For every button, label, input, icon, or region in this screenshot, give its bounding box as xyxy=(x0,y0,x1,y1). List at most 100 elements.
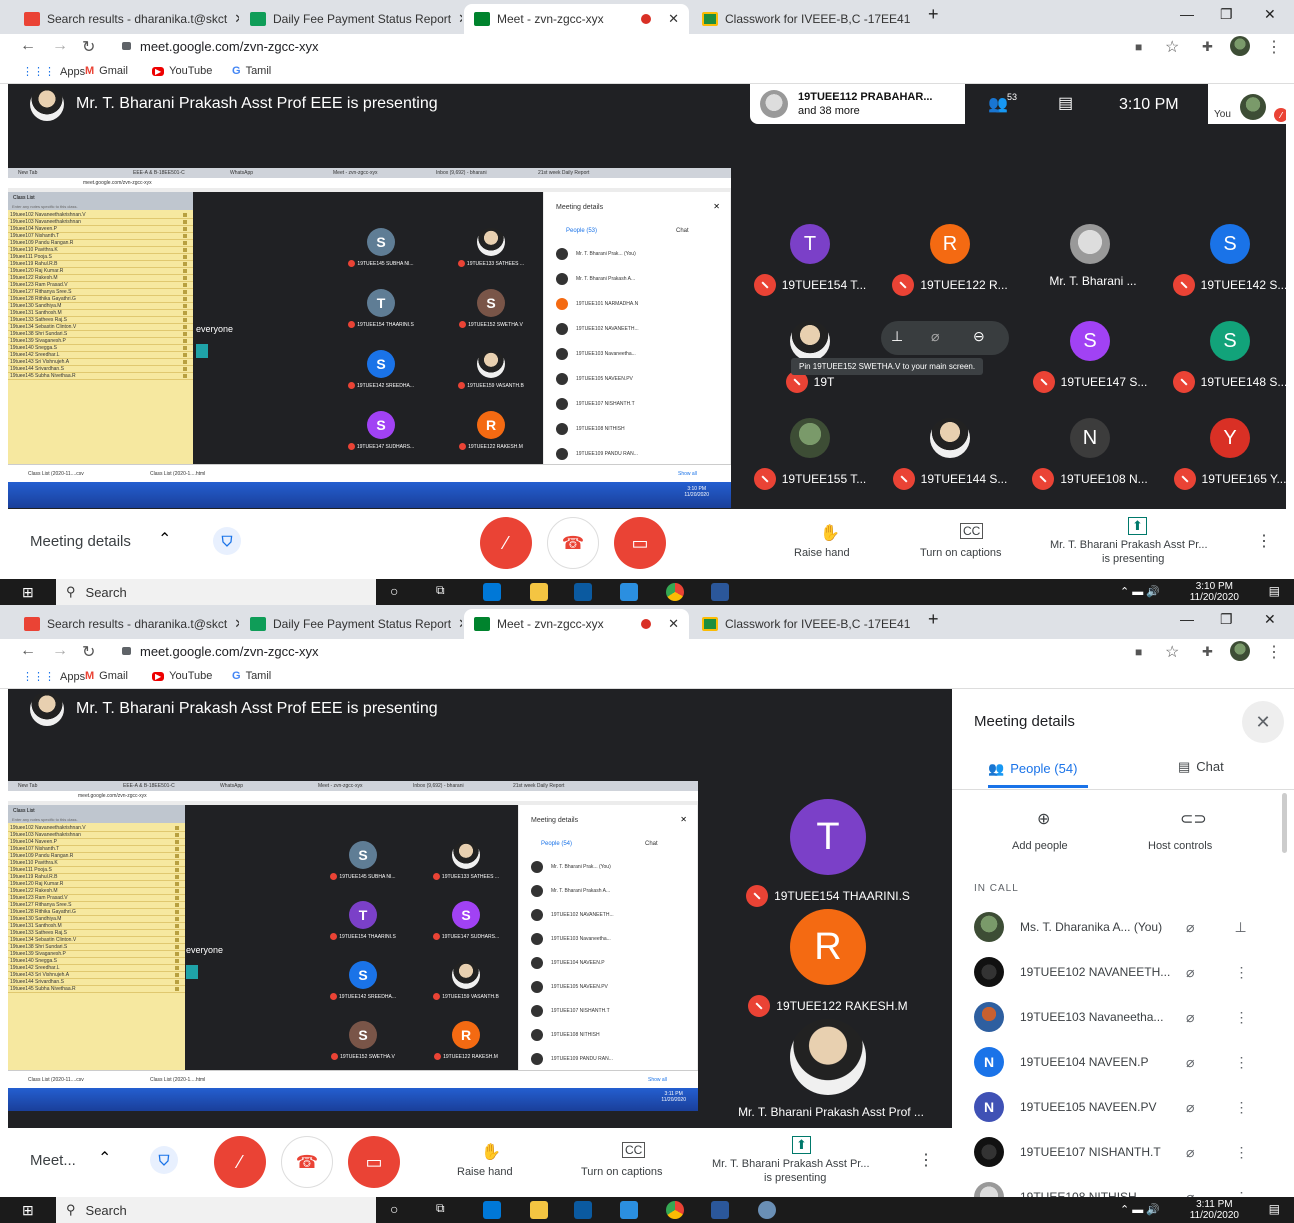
close-window-icon[interactable]: ✕ xyxy=(1264,611,1276,628)
host-controls-icon[interactable]: ⊂⊃ xyxy=(1180,809,1207,829)
tab-gmail[interactable]: Search results - dharanika.t@skct ✕ xyxy=(14,609,239,639)
hang-up-button[interactable]: ☎ xyxy=(281,1136,333,1188)
forward-icon[interactable]: → xyxy=(52,37,68,55)
new-tab-icon[interactable]: + xyxy=(928,4,939,25)
participant-row[interactable]: 19TUEE107 NISHANTH.T ⌀ ⋮ xyxy=(974,1132,1274,1172)
bookmark-youtube[interactable]: ▶ YouTube xyxy=(152,670,212,682)
panel-scrollbar[interactable] xyxy=(1282,793,1287,853)
bookmark-apps[interactable]: ⋮⋮⋮ Apps xyxy=(22,65,85,79)
mic-off-icon[interactable]: ⌀ xyxy=(1186,1054,1194,1071)
present-icon[interactable]: ⬆ xyxy=(1128,517,1147,535)
extensions-icon[interactable]: ✚ xyxy=(1202,39,1213,55)
more-options-icon[interactable]: ⋮ xyxy=(1234,1099,1248,1116)
notification-icon[interactable]: ▤ xyxy=(1269,584,1280,598)
back-icon[interactable]: ← xyxy=(20,37,36,55)
taskbar-search[interactable]: ⚲ Search xyxy=(56,579,376,605)
bookmark-tamil[interactable]: G Tamil xyxy=(232,65,271,77)
raise-hand-icon[interactable]: ✋ xyxy=(481,1142,501,1162)
cortana-icon[interactable]: ○ xyxy=(390,1201,408,1219)
mail-icon[interactable] xyxy=(620,1201,638,1219)
url-field[interactable]: meet.google.com/zvn-zgcc-xyx xyxy=(140,39,318,54)
people-icon[interactable]: 👥 xyxy=(988,94,1008,114)
meeting-details-button[interactable]: Meeting details xyxy=(30,533,131,550)
shield-icon[interactable]: ⛉ xyxy=(150,1146,178,1174)
more-options-icon[interactable]: ⋮ xyxy=(1234,964,1248,981)
taskbar-clock[interactable]: 3:11 PM 11/20/2020 xyxy=(1190,1199,1239,1221)
pin-icon[interactable]: ⊥ xyxy=(891,328,903,345)
participants-preview[interactable]: 19TUEE112 PRABAHAR... and 38 more xyxy=(750,84,965,124)
chrome-icon[interactable] xyxy=(666,583,684,601)
chevron-up-icon[interactable]: ⌃ xyxy=(158,529,171,549)
task-view-icon[interactable]: ⧉ xyxy=(436,1201,454,1219)
tab-gmail[interactable]: Search results - dharanika.t@skct ✕ xyxy=(14,4,239,34)
close-icon[interactable]: ✕ xyxy=(458,11,462,27)
raise-hand-button[interactable]: Raise hand xyxy=(794,547,850,559)
participant-tile[interactable]: S 19TUEE147 S... xyxy=(1020,321,1160,393)
bookmark-gmail[interactable]: M Gmail xyxy=(85,670,128,682)
mic-off-icon[interactable]: ⌀ xyxy=(1186,1189,1194,1198)
windows-start-icon[interactable]: ⊞ xyxy=(22,1202,34,1219)
camera-icon[interactable]: ■ xyxy=(1135,40,1142,54)
chat-icon[interactable]: ▤ xyxy=(1058,93,1073,113)
edge-icon[interactable] xyxy=(483,1201,501,1219)
meeting-details-button[interactable]: Meet... xyxy=(30,1152,76,1169)
more-options-icon[interactable]: ⋮ xyxy=(1234,1054,1248,1071)
participant-tile[interactable]: S 19TUEE142 S... xyxy=(1160,224,1286,296)
captions-button[interactable]: Turn on captions xyxy=(581,1166,663,1178)
bookmark-tamil[interactable]: G Tamil xyxy=(232,670,271,682)
chrome-icon[interactable] xyxy=(666,1201,684,1219)
more-options-icon[interactable]: ⋮ xyxy=(918,1150,934,1170)
captions-icon[interactable]: CC xyxy=(622,1142,646,1158)
restore-icon[interactable]: ❐ xyxy=(1220,611,1233,628)
menu-icon[interactable]: ⋮ xyxy=(1266,37,1282,57)
camera-icon[interactable]: ■ xyxy=(1135,645,1142,659)
participant-tile[interactable]: N 19TUEE108 N... xyxy=(1020,418,1160,490)
tab-sheets[interactable]: Daily Fee Payment Status Report ✕ xyxy=(240,609,462,639)
close-icon[interactable]: ✕ xyxy=(668,616,679,632)
store-icon[interactable] xyxy=(574,1201,592,1219)
mic-off-icon[interactable]: ⌀ xyxy=(1186,919,1194,936)
raise-hand-button[interactable]: Raise hand xyxy=(457,1166,513,1178)
presenting-button-line2[interactable]: is presenting xyxy=(1102,553,1164,565)
minimize-icon[interactable]: — xyxy=(1180,6,1194,22)
mic-off-icon[interactable]: ⌀ xyxy=(1186,1099,1194,1116)
camera-off-button[interactable]: ▭ xyxy=(614,517,666,569)
tab-classroom[interactable]: Classwork for IVEEE-B,C -17EE41 ✕ xyxy=(692,4,917,34)
participant-tile[interactable]: Mr. T. Bharani ... xyxy=(1020,224,1160,288)
more-options-icon[interactable]: ⋮ xyxy=(1234,1189,1248,1198)
close-icon[interactable]: ✕ xyxy=(668,11,679,27)
mic-off-button[interactable]: ⁄ xyxy=(480,517,532,569)
participant-row[interactable]: N 19TUEE104 NAVEEN.P ⌀ ⋮ xyxy=(974,1042,1274,1082)
participant-tile[interactable]: 19TUEE155 T... xyxy=(740,418,880,490)
participant-tile[interactable]: R 19TUEE122 R... xyxy=(880,224,1020,296)
mic-off-icon[interactable]: ⌀ xyxy=(1186,964,1194,981)
url-field[interactable]: meet.google.com/zvn-zgcc-xyx xyxy=(140,644,318,659)
app-icon[interactable] xyxy=(758,1201,776,1219)
bookmark-gmail[interactable]: M Gmail xyxy=(85,65,128,77)
captions-button[interactable]: Turn on captions xyxy=(920,547,1002,559)
store-icon[interactable] xyxy=(574,583,592,601)
more-options-icon[interactable]: ⋮ xyxy=(1234,1009,1248,1026)
back-icon[interactable]: ← xyxy=(20,642,36,660)
participant-row[interactable]: 19TUEE103 Navaneetha... ⌀ ⋮ xyxy=(974,997,1274,1037)
profile-avatar[interactable] xyxy=(1230,36,1250,56)
word-icon[interactable] xyxy=(711,583,729,601)
camera-off-button[interactable]: ▭ xyxy=(348,1136,400,1188)
participant-row[interactable]: 19TUEE108 NITHISH ⌀ ⋮ xyxy=(974,1177,1274,1197)
presenting-button-line1[interactable]: Mr. T. Bharani Prakash Asst Pr... xyxy=(712,1158,870,1170)
close-icon[interactable]: ✕ xyxy=(458,616,462,632)
profile-avatar[interactable] xyxy=(1230,641,1250,661)
chevron-up-icon[interactable]: ⌃ xyxy=(98,1148,111,1168)
pin-icon[interactable]: ⊥ xyxy=(1234,919,1246,936)
menu-icon[interactable]: ⋮ xyxy=(1266,642,1282,662)
participant-row[interactable]: N 19TUEE105 NAVEEN.PV ⌀ ⋮ xyxy=(974,1087,1274,1127)
participant-row[interactable]: Ms. T. Dharanika A... (You) ⌀ ⊥ xyxy=(974,907,1274,947)
shield-icon[interactable]: ⛉ xyxy=(213,527,241,555)
participant-tile[interactable]: Mr. T. Bharani Prakash Asst Prof ... xyxy=(708,1019,948,1119)
more-options-icon[interactable]: ⋮ xyxy=(1256,531,1272,551)
presenting-button-line2[interactable]: is presenting xyxy=(764,1172,826,1184)
word-icon[interactable] xyxy=(711,1201,729,1219)
more-options-icon[interactable]: ⋮ xyxy=(1234,1144,1248,1161)
hang-up-button[interactable]: ☎ xyxy=(547,517,599,569)
file-explorer-icon[interactable] xyxy=(530,1201,548,1219)
